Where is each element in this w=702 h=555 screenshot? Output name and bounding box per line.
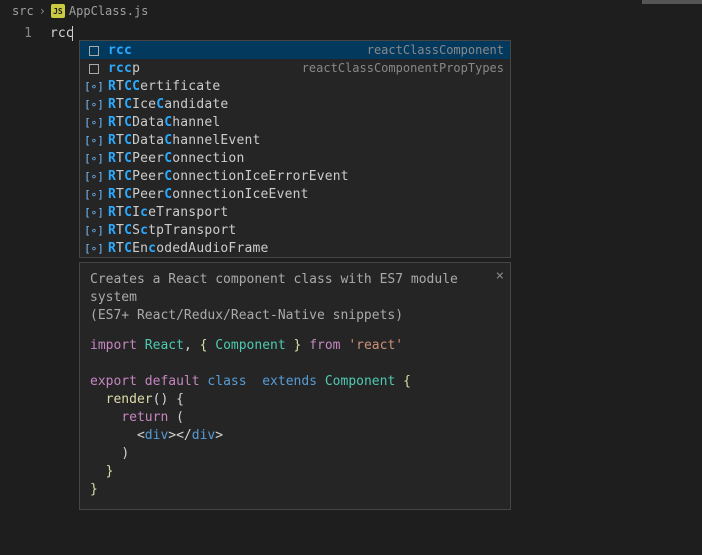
suggestion-label: RTCSctpTransport	[108, 223, 504, 238]
minimap-indicator	[642, 0, 702, 4]
suggestion-item[interactable]: [∘] RTCCertificate	[80, 77, 510, 95]
suggestion-item[interactable]: [∘] RTCPeerConnection	[80, 149, 510, 167]
suggestion-item[interactable]: rcc reactClassComponent	[80, 41, 510, 59]
variable-icon: [∘]	[86, 98, 102, 111]
variable-icon: [∘]	[86, 206, 102, 219]
variable-icon: [∘]	[86, 152, 102, 165]
code-line-1[interactable]: rcc	[50, 22, 73, 555]
suggestion-label: RTCIceCandidate	[108, 97, 504, 112]
snippet-icon	[86, 62, 102, 74]
intellisense-popup[interactable]: rcc reactClassComponent rccp reactClassComp…	[79, 40, 511, 258]
suggestion-label: RTCPeerConnection	[108, 151, 504, 166]
text-cursor	[72, 26, 73, 41]
breadcrumb-separator: ›	[39, 4, 46, 18]
snippet-icon	[86, 44, 102, 56]
variable-icon: [∘]	[86, 224, 102, 237]
suggestion-label: RTCPeerConnectionIceEvent	[108, 187, 504, 202]
typed-text: rcc	[50, 26, 73, 41]
variable-icon: [∘]	[86, 116, 102, 129]
code-preview: import React, { Component } from 'react'…	[90, 337, 500, 499]
variable-icon: [∘]	[86, 242, 102, 255]
suggestion-detail-panel: × Creates a React component class with E…	[79, 262, 511, 510]
suggestion-label: rcc	[108, 43, 359, 58]
suggestion-item[interactable]: [∘] RTCSctpTransport	[80, 221, 510, 239]
suggestion-item[interactable]: [∘] RTCDataChannelEvent	[80, 131, 510, 149]
suggestion-item[interactable]: [∘] RTCEncodedAudioFrame	[80, 239, 510, 257]
suggestion-item[interactable]: rccp reactClassComponentPropTypes	[80, 59, 510, 77]
suggestion-item[interactable]: [∘] RTCIceTransport	[80, 203, 510, 221]
breadcrumb-folder[interactable]: src	[12, 4, 34, 18]
suggestion-label: RTCIceTransport	[108, 205, 504, 220]
js-file-icon: JS	[51, 4, 65, 18]
suggestion-item[interactable]: [∘] RTCPeerConnectionIceEvent	[80, 185, 510, 203]
suggestion-item[interactable]: [∘] RTCPeerConnectionIceErrorEvent	[80, 167, 510, 185]
suggestion-label: rccp	[108, 61, 294, 76]
suggestion-label: RTCEncodedAudioFrame	[108, 241, 504, 256]
line-number: 1	[0, 26, 32, 41]
suggestion-detail: reactClassComponentPropTypes	[302, 61, 504, 75]
variable-icon: [∘]	[86, 170, 102, 183]
variable-icon: [∘]	[86, 134, 102, 147]
breadcrumb-file[interactable]: AppClass.js	[69, 4, 148, 18]
suggestion-item[interactable]: [∘] RTCIceCandidate	[80, 95, 510, 113]
suggestion-label: RTCCertificate	[108, 79, 504, 94]
suggestion-description: Creates a React component class with ES7…	[90, 271, 500, 325]
suggestion-detail: reactClassComponent	[367, 43, 504, 57]
suggestion-label: RTCDataChannelEvent	[108, 133, 504, 148]
close-icon[interactable]: ×	[496, 267, 504, 285]
breadcrumb: src › JS AppClass.js	[0, 0, 702, 22]
suggestion-label: RTCPeerConnectionIceErrorEvent	[108, 169, 504, 184]
suggestion-item[interactable]: [∘] RTCDataChannel	[80, 113, 510, 131]
variable-icon: [∘]	[86, 80, 102, 93]
line-number-gutter: 1	[0, 22, 50, 555]
suggestion-label: RTCDataChannel	[108, 115, 504, 130]
variable-icon: [∘]	[86, 188, 102, 201]
